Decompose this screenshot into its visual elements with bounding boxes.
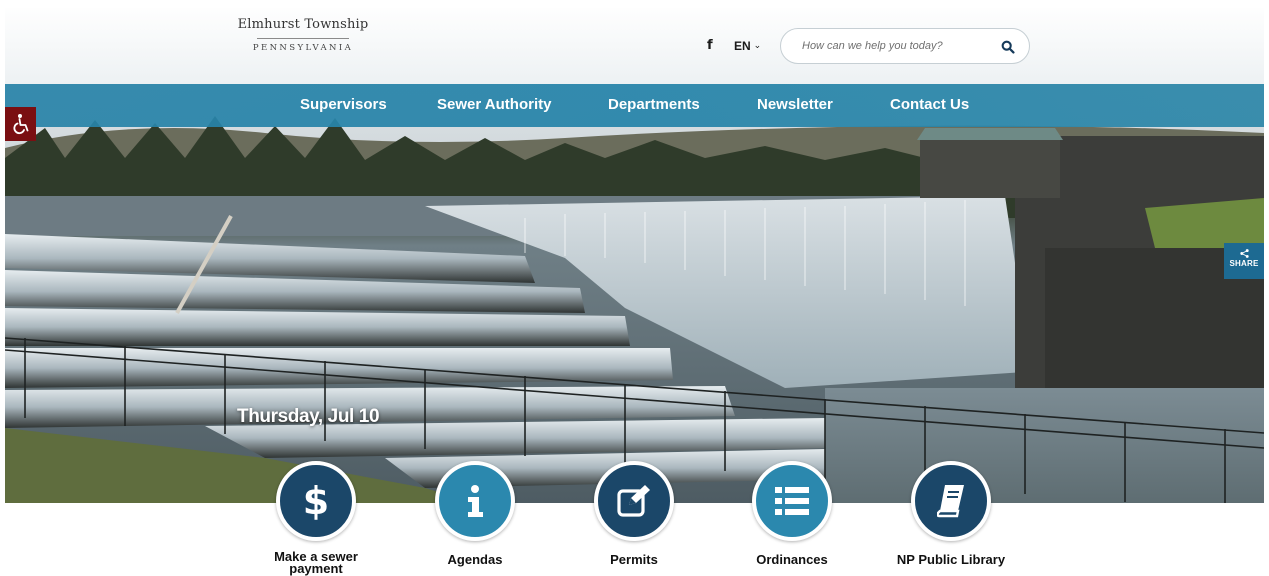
- quick-link-agendas[interactable]: Agendas: [415, 461, 535, 566]
- logo-divider: [257, 38, 349, 39]
- site-logo[interactable]: Elmhurst Township PENNSYLVANIA: [236, 17, 370, 53]
- facebook-icon[interactable]: f: [707, 38, 713, 53]
- nav-item-supervisors[interactable]: Supervisors: [300, 96, 387, 113]
- quick-link-ordinances[interactable]: Ordinances: [732, 461, 852, 566]
- book-icon: [937, 485, 964, 518]
- quick-link-icon-circle: [911, 461, 991, 541]
- info-icon: [468, 485, 483, 517]
- quick-link-label: NP Public Library: [896, 552, 1006, 567]
- share-icon: [1239, 249, 1249, 258]
- main-nav: Supervisors Sewer Authority Departments …: [5, 84, 1264, 127]
- quick-link-label: Permits: [610, 552, 658, 567]
- quick-link-library[interactable]: NP Public Library: [891, 461, 1011, 566]
- search-input[interactable]: [800, 39, 1004, 53]
- nav-item-sewer-authority[interactable]: Sewer Authority: [437, 96, 551, 113]
- quick-link-icon-circle: [435, 461, 515, 541]
- quick-link-label: Make a sewer payment: [274, 549, 358, 576]
- site-name: Elmhurst Township: [237, 17, 369, 32]
- site-header: [5, 8, 1264, 84]
- share-button[interactable]: SHARE: [1224, 243, 1264, 279]
- language-label: EN: [734, 39, 751, 53]
- quick-link-icon-circle: [752, 461, 832, 541]
- hero-date: Thursday, Jul 10: [237, 406, 380, 427]
- quick-link-label: Ordinances: [756, 552, 828, 567]
- share-label: SHARE: [1229, 259, 1259, 268]
- quick-link-label: Agendas: [447, 552, 503, 567]
- quick-link-icon-circle: $: [276, 461, 356, 541]
- accessibility-button[interactable]: [5, 107, 36, 141]
- language-selector[interactable]: EN ⌄: [734, 39, 761, 53]
- search-box: [780, 28, 1030, 64]
- nav-item-contact-us[interactable]: Contact Us: [890, 96, 969, 113]
- quick-link-icon-circle: [594, 461, 674, 541]
- edit-icon: [617, 485, 650, 517]
- quick-link-permits[interactable]: Permits: [574, 461, 694, 566]
- search-icon[interactable]: [1001, 40, 1015, 54]
- site-state: PENNSYLVANIA: [252, 43, 354, 53]
- list-icon: [775, 487, 809, 515]
- wheelchair-icon: [12, 114, 28, 135]
- chevron-down-icon: ⌄: [753, 39, 762, 50]
- nav-item-newsletter[interactable]: Newsletter: [757, 96, 833, 113]
- dollar-icon: $: [302, 479, 330, 523]
- nav-item-departments[interactable]: Departments: [608, 96, 700, 113]
- quick-link-sewer-payment[interactable]: $ Make a sewer payment: [256, 461, 376, 575]
